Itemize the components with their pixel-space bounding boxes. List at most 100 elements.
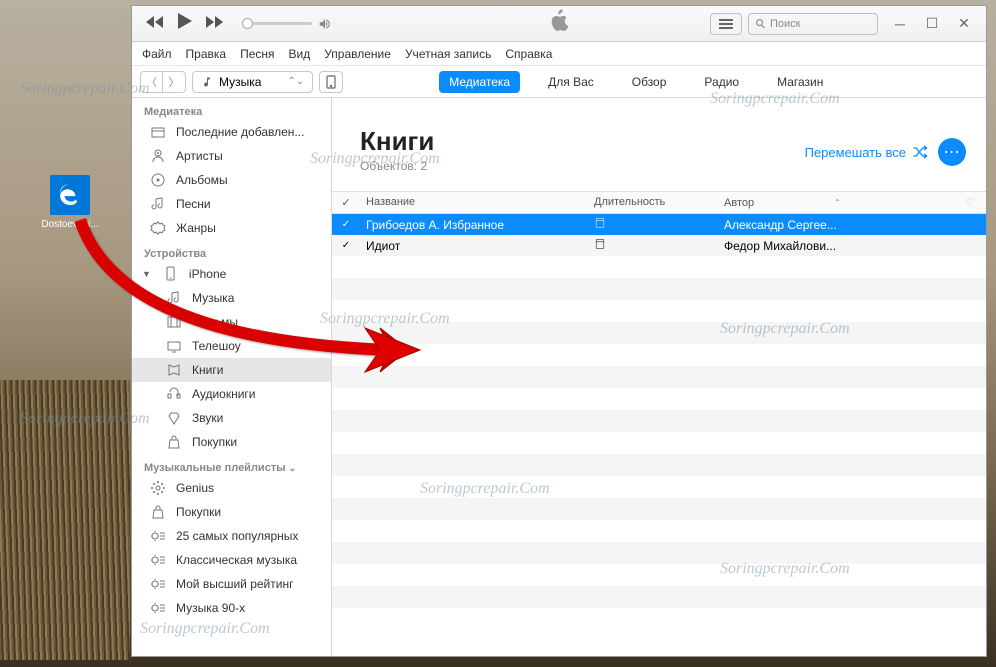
music-icon xyxy=(201,76,213,88)
back-button[interactable]: 〈 xyxy=(141,72,163,92)
volume-slider[interactable] xyxy=(242,22,312,25)
sidebar-item-Музыка[interactable]: Музыка xyxy=(132,286,331,310)
play-button[interactable] xyxy=(178,13,192,34)
empty-row xyxy=(332,410,986,432)
prev-button[interactable] xyxy=(146,15,164,33)
search-icon xyxy=(755,18,766,29)
empty-row xyxy=(332,476,986,498)
tv-icon xyxy=(166,338,182,354)
sidebar-item-Жанры[interactable]: Жанры xyxy=(132,216,331,240)
empty-row xyxy=(332,388,986,410)
more-button[interactable]: ⋯ xyxy=(938,138,966,166)
col-author[interactable]: Автор⌃ xyxy=(724,196,954,209)
chevron-icon: ⌃⌄ xyxy=(287,76,304,87)
audiobook-icon xyxy=(166,386,182,402)
menu-Управление[interactable]: Управление xyxy=(324,47,391,61)
book-icon xyxy=(594,238,606,250)
menu-Файл[interactable]: Файл xyxy=(142,47,172,61)
sidebar-item-Альбомы[interactable]: Альбомы xyxy=(132,168,331,192)
sidebar-item-Аудиокниги[interactable]: Аудиокниги xyxy=(132,382,331,406)
sidebar-item-Книги[interactable]: Книги xyxy=(132,358,331,382)
genius-icon xyxy=(150,480,166,496)
list-icon xyxy=(719,19,733,29)
sidebar-item-Музыка 90-х[interactable]: Музыка 90-х xyxy=(132,596,331,620)
sidebar-item-Телешоу[interactable]: Телешоу xyxy=(132,334,331,358)
empty-row xyxy=(332,564,986,586)
minimize-button[interactable]: ─ xyxy=(884,6,916,42)
empty-row xyxy=(332,344,986,366)
menu-Песня[interactable]: Песня xyxy=(240,47,274,61)
table-row[interactable]: ✓ИдиотФедор Михайлови... xyxy=(332,235,986,256)
empty-row xyxy=(332,278,986,300)
sidebar-section: Медиатека xyxy=(132,98,331,120)
recent-icon xyxy=(150,124,166,140)
page-subtitle: Объектов: 2 xyxy=(360,159,434,173)
sidebar-item-Genius[interactable]: Genius xyxy=(132,476,331,500)
menu-Справка[interactable]: Справка xyxy=(505,47,552,61)
playback-controls xyxy=(132,13,224,34)
menu-Правка[interactable]: Правка xyxy=(186,47,227,61)
gear-list-icon xyxy=(150,528,166,544)
sidebar-item-Фильмы[interactable]: Фильмы xyxy=(132,310,331,334)
col-duration[interactable]: Длительность xyxy=(594,196,724,209)
tab-Для Вас[interactable]: Для Вас xyxy=(538,71,604,93)
tab-Медиатека[interactable]: Медиатека xyxy=(439,71,520,93)
table-header: ✓ Название Длительность Автор⌃ ♡ xyxy=(332,191,986,214)
menu-bar: Файл Правка Песня Вид Управление Учетная запи… xyxy=(132,42,986,66)
empty-row xyxy=(332,322,986,344)
sidebar-item-Последние добавлен...[interactable]: Последние добавлен... xyxy=(132,120,331,144)
song-icon xyxy=(150,196,166,212)
tab-Радио[interactable]: Радио xyxy=(694,71,749,93)
sidebar-item-Мой высший рейтинг[interactable]: Мой высший рейтинг xyxy=(132,572,331,596)
menu-Вид[interactable]: Вид xyxy=(289,47,311,61)
device-button[interactable] xyxy=(319,71,343,93)
book-icon xyxy=(594,217,606,229)
media-type-selector[interactable]: Музыка ⌃⌄ xyxy=(192,71,313,93)
gear-list-icon xyxy=(150,576,166,592)
forward-button[interactable]: 〉 xyxy=(163,72,185,92)
gear-list-icon xyxy=(150,552,166,568)
book-icon xyxy=(166,362,182,378)
sidebar-section: Музыкальные плейлисты ⌄ xyxy=(132,454,331,476)
volume-control[interactable] xyxy=(242,17,332,31)
titlebar: Поиск ─ ☐ ✕ xyxy=(132,6,986,42)
sidebar-item-Покупки[interactable]: Покупки xyxy=(132,500,331,524)
film-icon xyxy=(166,314,182,330)
sort-caret-icon: ⌃ xyxy=(834,198,841,207)
sidebar-item-Артисты[interactable]: Артисты xyxy=(132,144,331,168)
sidebar-section: Устройства xyxy=(132,240,331,262)
phone-icon xyxy=(163,266,179,282)
shuffle-all-button[interactable]: Перемешать все xyxy=(805,145,928,160)
bag-icon xyxy=(150,504,166,520)
col-name[interactable]: Название xyxy=(360,196,594,209)
itunes-window: Поиск ─ ☐ ✕ Файл Правка Песня Вид Управление… xyxy=(131,5,987,657)
desktop-file-icon[interactable]: Dostoevski... xyxy=(40,175,100,230)
sidebar[interactable]: МедиатекаПоследние добавлен...АртистыАль… xyxy=(132,98,332,656)
empty-row xyxy=(332,454,986,476)
sidebar-item-Покупки[interactable]: Покупки xyxy=(132,430,331,454)
menu-Учетная запись[interactable]: Учетная запись xyxy=(405,47,491,61)
gear-list-icon xyxy=(150,600,166,616)
search-input[interactable]: Поиск xyxy=(748,13,878,35)
empty-row xyxy=(332,300,986,322)
sidebar-device[interactable]: ▼iPhone xyxy=(132,262,331,286)
sidebar-item-25 самых популярных[interactable]: 25 самых популярных xyxy=(132,524,331,548)
next-button[interactable] xyxy=(206,15,224,33)
close-button[interactable]: ✕ xyxy=(948,6,980,42)
table-row[interactable]: ✓Грибоедов А. ИзбранноеАлександр Сергее.… xyxy=(332,214,986,235)
empty-row xyxy=(332,586,986,608)
sidebar-item-Песни[interactable]: Песни xyxy=(132,192,331,216)
empty-row xyxy=(332,542,986,564)
tab-Магазин[interactable]: Магазин xyxy=(767,71,833,93)
sidebar-item-Звуки[interactable]: Звуки xyxy=(132,406,331,430)
album-icon xyxy=(150,172,166,188)
col-favorite[interactable]: ♡ xyxy=(954,196,986,209)
maximize-button[interactable]: ☐ xyxy=(916,6,948,42)
list-view-button[interactable] xyxy=(710,13,742,35)
phone-icon xyxy=(326,75,336,89)
sidebar-item-Классическая музыка[interactable]: Классическая музыка xyxy=(132,548,331,572)
col-check[interactable]: ✓ xyxy=(332,196,360,209)
table-body[interactable]: ✓Грибоедов А. ИзбранноеАлександр Сергее.… xyxy=(332,214,986,656)
tab-Обзор[interactable]: Обзор xyxy=(622,71,677,93)
page-title: Книги xyxy=(360,126,434,157)
